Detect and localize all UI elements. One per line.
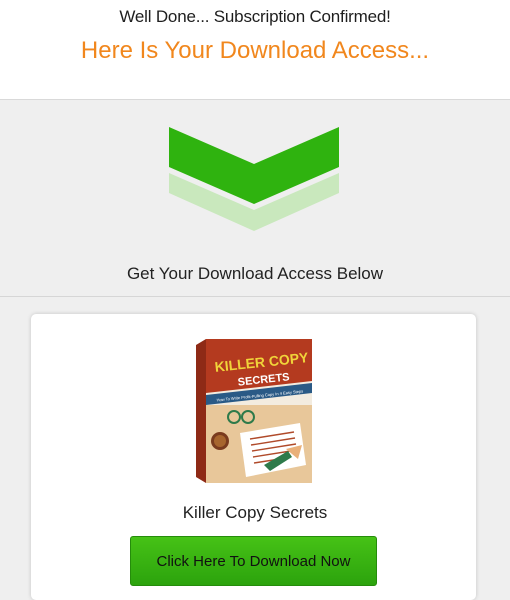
header-section: Well Done... Subscription Confirmed! Her… xyxy=(0,0,510,99)
download-button[interactable]: Click Here To Download Now xyxy=(130,536,377,586)
confirmation-headline: Well Done... Subscription Confirmed! xyxy=(119,7,391,26)
product-name: Killer Copy Secrets xyxy=(182,503,328,522)
ebook-cover-image: KILLER COPY SECRETS How To Write Profit-… xyxy=(196,339,312,483)
download-access-subheadline: Here Is Your Download Access... xyxy=(80,37,430,64)
chevron-down-icon xyxy=(169,127,339,231)
access-section-title: Get Your Download Access Below xyxy=(126,264,384,283)
section-divider xyxy=(0,296,510,297)
